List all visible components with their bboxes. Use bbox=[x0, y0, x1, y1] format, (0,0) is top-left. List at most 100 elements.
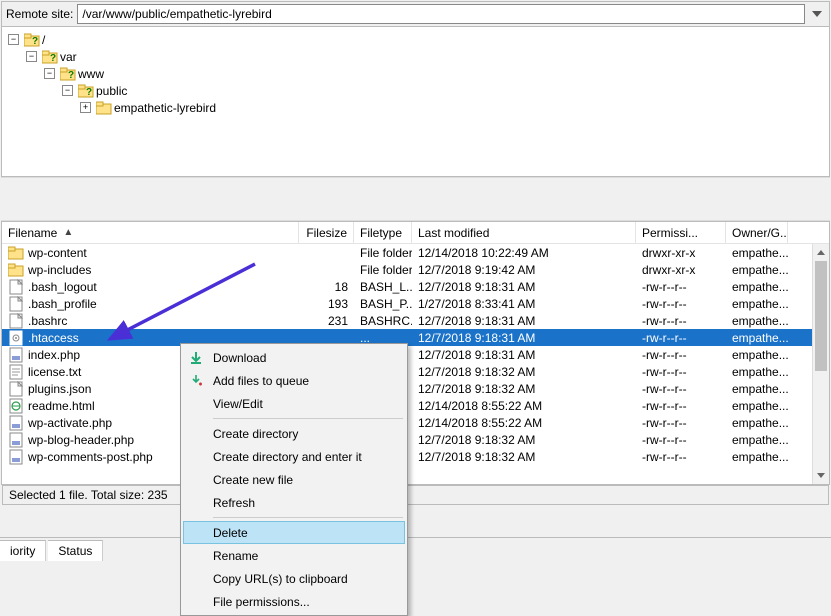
file-modified: 12/7/2018 9:18:32 AM bbox=[412, 433, 636, 447]
file-owner: empathe... bbox=[726, 348, 788, 362]
remote-path-dropdown[interactable] bbox=[809, 6, 825, 22]
folder-icon bbox=[8, 262, 24, 278]
tree-node-label: var bbox=[60, 50, 77, 64]
column-filename[interactable]: Filename▲ bbox=[2, 222, 299, 243]
txt-icon bbox=[8, 364, 24, 380]
file-type: File folder bbox=[354, 246, 412, 260]
add-queue-icon bbox=[188, 373, 204, 389]
scroll-up-icon[interactable] bbox=[813, 244, 829, 261]
sort-asc-icon: ▲ bbox=[63, 227, 73, 238]
menu-view-edit[interactable]: View/Edit bbox=[183, 392, 405, 415]
vertical-scrollbar[interactable] bbox=[812, 244, 829, 484]
expand-toggle[interactable]: − bbox=[44, 68, 55, 79]
file-owner: empathe... bbox=[726, 365, 788, 379]
status-bar: Selected 1 file. Total size: 235 bbox=[2, 485, 829, 505]
file-owner: empathe... bbox=[726, 399, 788, 413]
file-type: File folder bbox=[354, 263, 412, 277]
menu-delete[interactable]: Delete bbox=[183, 521, 405, 544]
file-modified: 12/7/2018 9:18:31 AM bbox=[412, 348, 636, 362]
folder-unknown-icon: ? bbox=[42, 50, 58, 64]
file-permissions: -rw-r--r-- bbox=[636, 314, 726, 328]
folder-unknown-icon: ? bbox=[78, 84, 94, 98]
svg-text:?: ? bbox=[32, 36, 38, 47]
menu-create-directory-enter[interactable]: Create directory and enter it bbox=[183, 445, 405, 468]
file-modified: 12/7/2018 9:18:31 AM bbox=[412, 314, 636, 328]
menu-file-permissions[interactable]: File permissions... bbox=[183, 590, 405, 613]
file-permissions: drwxr-xr-x bbox=[636, 246, 726, 260]
menu-refresh[interactable]: Refresh bbox=[183, 491, 405, 514]
file-name: license.txt bbox=[28, 365, 81, 379]
file-owner: empathe... bbox=[726, 416, 788, 430]
menu-create-new-file[interactable]: Create new file bbox=[183, 468, 405, 491]
file-name: wp-activate.php bbox=[28, 416, 112, 430]
bottom-tab-bar: iority Status bbox=[0, 537, 831, 561]
menu-separator bbox=[213, 517, 403, 518]
tab-status[interactable]: Status bbox=[48, 540, 103, 561]
file-permissions: -rw-r--r-- bbox=[636, 399, 726, 413]
tree-node-label: public bbox=[96, 84, 127, 98]
file-name: .bash_profile bbox=[28, 297, 97, 311]
column-modified[interactable]: Last modified bbox=[412, 222, 636, 243]
file-permissions: -rw-r--r-- bbox=[636, 416, 726, 430]
menu-add-to-queue[interactable]: Add files to queue bbox=[183, 369, 405, 392]
file-name: wp-comments-post.php bbox=[28, 450, 153, 464]
file-name: .bash_logout bbox=[28, 280, 97, 294]
horizontal-splitter[interactable] bbox=[1, 177, 830, 221]
context-menu: Download Add files to queue View/Edit Cr… bbox=[180, 343, 408, 616]
menu-download[interactable]: Download bbox=[183, 346, 405, 369]
svg-text:?: ? bbox=[86, 87, 92, 98]
file-modified: 1/27/2018 8:33:41 AM bbox=[412, 297, 636, 311]
file-name: wp-blog-header.php bbox=[28, 433, 134, 447]
file-type: BASH_P... bbox=[354, 297, 412, 311]
file-icon bbox=[8, 296, 24, 312]
expand-toggle[interactable]: − bbox=[26, 51, 37, 62]
menu-copy-url[interactable]: Copy URL(s) to clipboard bbox=[183, 567, 405, 590]
expand-toggle[interactable]: − bbox=[62, 85, 73, 96]
file-modified: 12/7/2018 9:18:31 AM bbox=[412, 331, 636, 345]
file-permissions: -rw-r--r-- bbox=[636, 297, 726, 311]
column-filesize[interactable]: Filesize bbox=[299, 222, 354, 243]
php-icon bbox=[8, 415, 24, 431]
menu-separator bbox=[213, 418, 403, 419]
php-icon bbox=[8, 432, 24, 448]
expand-toggle[interactable]: + bbox=[80, 102, 91, 113]
file-modified: 12/7/2018 9:18:32 AM bbox=[412, 450, 636, 464]
file-permissions: -rw-r--r-- bbox=[636, 365, 726, 379]
folder-unknown-icon: ? bbox=[24, 33, 40, 47]
file-modified: 12/7/2018 9:19:42 AM bbox=[412, 263, 636, 277]
tree-root[interactable]: − ? / − ? var − ? www − ? public bbox=[8, 31, 823, 116]
remote-path-input[interactable] bbox=[77, 4, 805, 24]
file-owner: empathe... bbox=[726, 433, 788, 447]
file-icon bbox=[8, 313, 24, 329]
tab-priority-clipped[interactable]: iority bbox=[0, 540, 46, 561]
svg-text:?: ? bbox=[68, 70, 74, 81]
tree-node-label: / bbox=[42, 33, 45, 47]
file-permissions: -rw-r--r-- bbox=[636, 331, 726, 345]
scroll-down-icon[interactable] bbox=[813, 467, 829, 484]
file-modified: 12/7/2018 9:18:31 AM bbox=[412, 280, 636, 294]
file-permissions: -rw-r--r-- bbox=[636, 348, 726, 362]
download-icon bbox=[188, 350, 204, 366]
column-permissions[interactable]: Permissi... bbox=[636, 222, 726, 243]
remote-tree[interactable]: − ? / − ? var − ? www − ? public bbox=[1, 27, 830, 177]
annotation-arrow-htaccess bbox=[100, 259, 260, 352]
file-size: 193 bbox=[299, 297, 354, 311]
column-owner[interactable]: Owner/G... bbox=[726, 222, 788, 243]
menu-rename[interactable]: Rename bbox=[183, 544, 405, 567]
menu-create-directory[interactable]: Create directory bbox=[183, 422, 405, 445]
file-permissions: -rw-r--r-- bbox=[636, 382, 726, 396]
file-owner: empathe... bbox=[726, 331, 788, 345]
expand-toggle[interactable]: − bbox=[8, 34, 19, 45]
file-list-header[interactable]: Filename▲ Filesize Filetype Last modifie… bbox=[2, 222, 829, 244]
tree-node-label: www bbox=[78, 67, 104, 81]
column-filetype[interactable]: Filetype bbox=[354, 222, 412, 243]
file-name: .htaccess bbox=[28, 331, 79, 345]
file-name: plugins.json bbox=[28, 382, 91, 396]
php-icon bbox=[8, 449, 24, 465]
folder-icon bbox=[8, 245, 24, 261]
file-modified: 12/14/2018 8:55:22 AM bbox=[412, 416, 636, 430]
scroll-thumb[interactable] bbox=[815, 261, 827, 371]
file-permissions: drwxr-xr-x bbox=[636, 263, 726, 277]
file-permissions: -rw-r--r-- bbox=[636, 280, 726, 294]
svg-text:?: ? bbox=[50, 53, 56, 64]
